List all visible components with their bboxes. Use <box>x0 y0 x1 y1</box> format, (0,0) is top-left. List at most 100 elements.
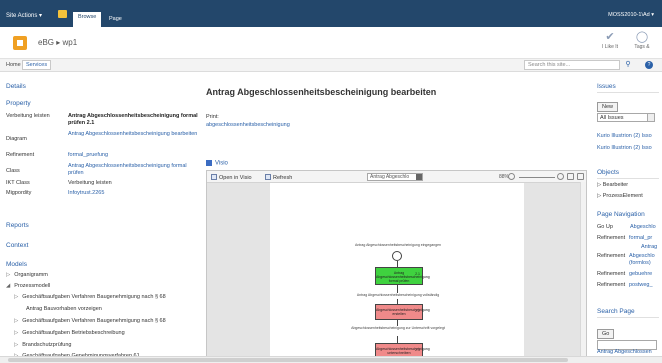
result-link[interactable]: Antrag Abgeschlossen <box>597 349 652 355</box>
user-menu[interactable]: MOSS2010-1\Ad ▾ <box>608 12 654 18</box>
property-key: Diagram <box>6 136 27 142</box>
thumbs-up-icon: ✔ <box>605 31 615 43</box>
scrollbar-thumb[interactable] <box>8 358 568 362</box>
horizontal-scrollbar[interactable] <box>0 356 662 363</box>
property-key: Refinement <box>6 152 35 158</box>
refinement-link[interactable]: gebuehre <box>629 271 652 277</box>
flow-activity-box[interactable]: Abgeschlossenheitsbescheinigung erstelle… <box>375 304 430 320</box>
flow-connector <box>397 336 398 343</box>
tab-browse[interactable]: Browse <box>73 12 102 27</box>
chevron-down-icon: ◢ <box>6 283 11 289</box>
tree-item[interactable]: Antrag Bauvorhaben vorzeigen <box>26 306 102 312</box>
tree-item[interactable]: ▷ Geschäftsaufgaben Verfahren Baugenehmig… <box>14 318 166 324</box>
tree-item[interactable]: ▷ Geschäftsaufgaben Betriebsbeschreibung <box>14 330 125 336</box>
objects-heading: Objects <box>597 169 620 176</box>
context-heading[interactable]: Context <box>6 242 28 249</box>
refinement-label: Refinement <box>597 235 626 241</box>
issues-filter-select[interactable]: All Issues <box>597 113 655 122</box>
divider <box>597 317 659 318</box>
search-page-heading: Search Page <box>597 308 635 315</box>
property-value: Antrag Abgeschlossenheitsbescheinigung f… <box>68 113 198 126</box>
help-icon[interactable]: ? <box>645 61 653 69</box>
refinement-link[interactable]: formal_pr <box>629 235 652 241</box>
details-heading: Details <box>6 83 26 90</box>
tag-icon: ◯ <box>635 31 649 43</box>
property-key: IKT Class <box>6 180 30 186</box>
diagram-canvas[interactable]: Antrag Abgeschlossenheitsbescheinigung e… <box>270 183 524 361</box>
tab-page[interactable]: Page <box>104 14 127 26</box>
flow-start-event[interactable] <box>392 251 402 261</box>
property-key: Class <box>6 168 20 174</box>
visio-vertical-scrollbar[interactable] <box>580 182 586 358</box>
fit-page-icon[interactable] <box>567 173 574 180</box>
refinement-link[interactable]: postweg_ <box>629 282 653 288</box>
tree-item[interactable]: ▷ Brandschutzprüfung <box>14 342 71 348</box>
chevron-down-icon <box>416 174 422 180</box>
flow-event-text: Abgeschlossenheitsbescheinigung zur Unte… <box>351 326 445 330</box>
property-key: Migpordity <box>6 190 32 196</box>
tree-item[interactable]: ▷ Geschäftsaufgaben Verfahren Baugenehmig… <box>14 294 166 300</box>
models-heading[interactable]: Models <box>6 261 27 268</box>
visio-web-access: Open in Visio Refresh Antrag Abgeschlo 8… <box>206 170 587 361</box>
zoom-in-icon[interactable] <box>557 173 564 180</box>
flow-event-text: Antrag Abgeschlossenheitsbescheinigung v… <box>356 293 440 297</box>
search-icon[interactable]: ⚲ <box>622 60 634 70</box>
property-key: Verbeitung leisten <box>6 113 50 119</box>
antrag-link[interactable]: Antrag <box>641 244 657 250</box>
new-issue-button[interactable]: New <box>597 102 619 112</box>
page-navigation-heading: Page Navigation <box>597 211 645 218</box>
object-item[interactable]: ▷ Bearbeiter <box>597 182 628 188</box>
flow-activity-box[interactable]: Antrag Abgeschlossenheitsbescheinigung f… <box>375 267 430 285</box>
issue-link[interactable]: Kurio Illustrion (2) Isso <box>597 145 652 151</box>
navigate-up-icon[interactable] <box>58 10 67 18</box>
chevron-right-icon: ▷ <box>6 272 11 278</box>
flow-connector <box>397 285 398 293</box>
site-logo-icon <box>13 36 27 50</box>
open-in-visio-button[interactable]: Open in Visio <box>211 174 252 181</box>
title-row: eBG ▸ wp1 ✔ I Like It ◯ Tags & <box>0 27 662 59</box>
go-up-link[interactable]: Abgeschlo <box>630 224 656 230</box>
breadcrumb[interactable]: eBG ▸ wp1 <box>38 38 77 47</box>
tree-item[interactable]: ◢ Prozessmodell <box>6 283 50 289</box>
property-value: Verbeitung leisten <box>68 180 112 186</box>
divider <box>597 92 659 93</box>
info-panel-icon[interactable] <box>577 173 584 180</box>
nav-home[interactable]: Home <box>6 62 21 68</box>
chevron-down-icon <box>647 114 654 121</box>
issue-link[interactable]: Kurio Illustrion (2) Isso <box>597 133 652 139</box>
chevron-right-icon: ▷ <box>14 330 19 336</box>
refinement-label: Refinement <box>597 282 626 288</box>
like-it-button[interactable]: ✔ I Like It <box>596 31 624 50</box>
tree-item[interactable]: ▷ Organigramm <box>6 272 48 278</box>
chevron-right-icon: ▷ <box>14 294 19 300</box>
refresh-button[interactable]: Refresh <box>265 174 292 181</box>
left-panel: Details Property Verbeitung leisten Antr… <box>0 72 205 359</box>
zoom-slider[interactable] <box>519 177 555 178</box>
print-link[interactable]: abgeschlossenheitsbescheinigung <box>206 122 290 128</box>
go-up-label: Go Up <box>597 224 613 230</box>
reports-heading[interactable]: Reports <box>6 222 29 229</box>
divider <box>597 178 659 179</box>
zoom-out-icon[interactable] <box>508 173 515 180</box>
top-nav-bar: Home Services Search this site... ⚲ ? <box>0 59 662 72</box>
tags-notes-button[interactable]: ◯ Tags & <box>628 31 656 50</box>
search-input[interactable]: Search this site... <box>524 60 620 70</box>
ribbon-top-bar: Site Actions ▾ Browse Page MOSS2010-1\Ad… <box>0 0 662 27</box>
go-button[interactable]: Go <box>597 329 615 339</box>
property-link[interactable]: Antrag Abgeschlossenheitsbescheinigung b… <box>68 131 202 138</box>
visio-icon <box>211 174 217 180</box>
property-heading: Property <box>6 100 31 107</box>
property-link[interactable]: Infoytrust.2265 <box>68 190 202 197</box>
right-panel: Issues New All Issues Kurio Illustrion (… <box>592 72 662 358</box>
site-actions-menu[interactable]: Site Actions ▾ <box>6 12 42 19</box>
page-select[interactable]: Antrag Abgeschlo <box>367 173 423 181</box>
tags-label: Tags & <box>634 44 650 50</box>
property-link[interactable]: Antrag Abgeschlossenheitsbescheinigung f… <box>68 163 202 177</box>
nav-services[interactable]: Services <box>22 60 52 70</box>
property-link[interactable]: formal_pruefung <box>68 152 202 159</box>
issues-heading: Issues <box>597 83 616 90</box>
print-label: Print: <box>206 114 219 120</box>
object-item[interactable]: ▷ ProzessElement <box>597 193 643 199</box>
visio-webpart-title[interactable]: Visio <box>206 160 228 167</box>
refinement-link[interactable]: Abgeschlo (formlos) <box>629 253 662 267</box>
